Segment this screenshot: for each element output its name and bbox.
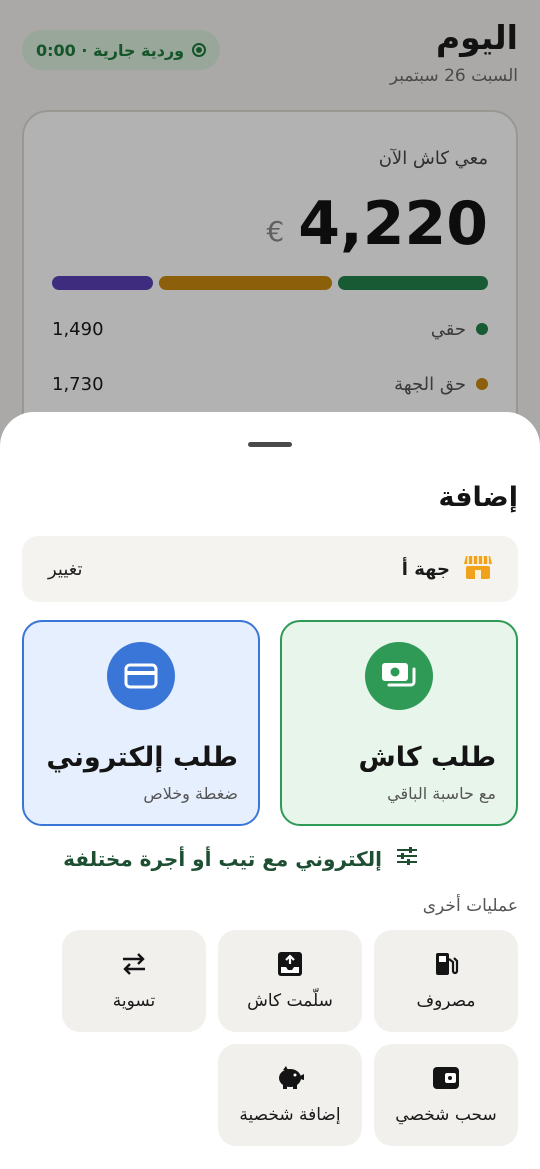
personal-withdrawal-label: سحب شخصي bbox=[395, 1105, 497, 1125]
settlement-label: تسوية bbox=[112, 991, 156, 1011]
sheet-title: إضافة bbox=[438, 482, 518, 513]
custom-electronic-link[interactable]: إلكتروني مع تيب أو أجرة مختلفة bbox=[63, 846, 418, 871]
change-entity-button[interactable]: تغيير bbox=[48, 559, 83, 580]
card-request-subtitle: ضغطة وخلاص bbox=[143, 784, 238, 803]
store-icon bbox=[464, 554, 492, 584]
card-request-button[interactable]: طلب إلكتروني ضغطة وخلاص bbox=[22, 620, 260, 826]
add-bottom-sheet: إضافة جهة أ تغيير طلب كاش مع حاسبة الباق… bbox=[0, 412, 540, 1169]
expense-label: مصروف bbox=[416, 991, 476, 1011]
fuel-icon bbox=[433, 951, 459, 977]
inbox-upload-icon bbox=[277, 951, 303, 977]
piggy-bank-icon bbox=[275, 1065, 305, 1091]
settlement-button[interactable]: تسوية bbox=[62, 930, 206, 1032]
card-icon bbox=[107, 642, 175, 710]
personal-withdrawal-button[interactable]: سحب شخصي bbox=[374, 1044, 518, 1146]
custom-electronic-label: إلكتروني مع تيب أو أجرة مختلفة bbox=[63, 846, 382, 871]
other-operations-label: عمليات أخرى bbox=[422, 896, 518, 916]
cash-request-subtitle: مع حاسبة الباقي bbox=[387, 784, 496, 803]
cash-request-button[interactable]: طلب كاش مع حاسبة الباقي bbox=[280, 620, 518, 826]
sheet-drag-handle[interactable] bbox=[248, 442, 292, 447]
cash-icon bbox=[365, 642, 433, 710]
wallet-icon bbox=[432, 1065, 460, 1091]
cash-handover-label: سلّمت كاش bbox=[247, 991, 333, 1011]
entity-name: جهة أ bbox=[401, 558, 450, 580]
swap-icon bbox=[120, 951, 148, 977]
personal-addition-button[interactable]: إضافة شخصية bbox=[218, 1044, 362, 1146]
sliders-icon bbox=[396, 846, 418, 871]
cash-request-title: طلب كاش bbox=[358, 742, 496, 773]
entity-selector[interactable]: جهة أ تغيير bbox=[22, 536, 518, 602]
personal-addition-label: إضافة شخصية bbox=[239, 1105, 341, 1125]
cash-handover-button[interactable]: سلّمت كاش bbox=[218, 930, 362, 1032]
card-request-title: طلب إلكتروني bbox=[46, 742, 238, 773]
expense-button[interactable]: مصروف bbox=[374, 930, 518, 1032]
